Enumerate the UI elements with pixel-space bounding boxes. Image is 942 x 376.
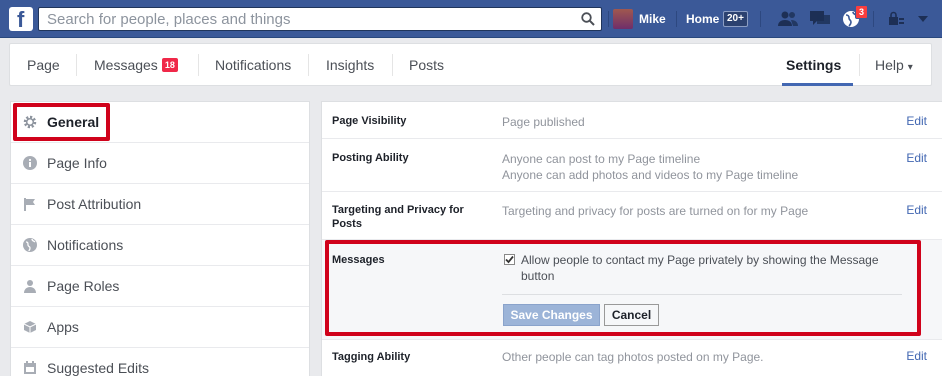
- search-input[interactable]: [39, 8, 559, 30]
- tab-posts[interactable]: Posts: [409, 44, 444, 86]
- setting-label: Page Visibility: [332, 115, 407, 127]
- search-button[interactable]: [575, 8, 601, 30]
- setting-label: Tagging Ability: [332, 351, 411, 363]
- home-badge: 20+: [723, 11, 748, 27]
- divider: [859, 54, 860, 76]
- search-box: [38, 7, 602, 31]
- sidebar-item-post-attribution[interactable]: Post Attribution: [11, 184, 309, 225]
- home-link[interactable]: Home: [686, 12, 719, 26]
- facebook-logo[interactable]: f: [9, 7, 33, 32]
- messages-button[interactable]: [809, 9, 831, 29]
- edit-link[interactable]: Edit: [906, 114, 927, 128]
- sidebar-item-notifications[interactable]: Notifications: [11, 225, 309, 266]
- chevron-down-icon: [918, 16, 928, 22]
- divider: [502, 294, 902, 295]
- gear-icon: [21, 113, 39, 131]
- sidebar-item-general[interactable]: General: [11, 102, 309, 143]
- setting-row-page-visibility: Page Visibility Page published Edit: [322, 102, 942, 139]
- page-nav-bar: Page Messages 18 Notifications Insights P…: [9, 43, 932, 86]
- divider: [760, 11, 761, 27]
- sidebar-item-page-info[interactable]: Page Info: [11, 143, 309, 184]
- friend-requests-button[interactable]: [777, 9, 799, 29]
- account-menu-button[interactable]: [912, 9, 934, 29]
- tab-messages-label: Messages: [94, 57, 158, 73]
- cancel-button[interactable]: Cancel: [604, 304, 659, 326]
- setting-row-posting-ability: Posting Ability Anyone can post to my Pa…: [322, 139, 942, 192]
- chat-icon: [810, 11, 830, 25]
- setting-value: Other people can tag photos posted on my…: [502, 350, 764, 364]
- sidebar-item-page-roles[interactable]: Page Roles: [11, 266, 309, 307]
- divider: [873, 11, 874, 27]
- setting-value: Targeting and privacy for posts are turn…: [502, 204, 809, 218]
- tab-settings[interactable]: Settings: [786, 44, 841, 86]
- top-bar: f Mike Home 20+ 3: [0, 0, 942, 38]
- setting-row-targeting-privacy: Targeting and Privacy for Posts Targetin…: [322, 192, 942, 240]
- sidebar-item-label: Suggested Edits: [47, 360, 149, 376]
- setting-label: Messages: [332, 254, 385, 266]
- tab-page[interactable]: Page: [27, 44, 60, 86]
- tab-notifications[interactable]: Notifications: [215, 44, 291, 86]
- sidebar-item-label: Page Roles: [47, 278, 120, 294]
- sidebar-item-suggested-edits[interactable]: Suggested Edits: [11, 348, 309, 376]
- sidebar-item-label: General: [47, 114, 100, 130]
- divider: [308, 54, 309, 76]
- allow-messages-label: Allow people to contact my Page privatel…: [521, 253, 879, 283]
- help-menu[interactable]: Help ▾: [875, 44, 913, 86]
- sidebar-item-label: Post Attribution: [47, 196, 142, 212]
- divider: [676, 11, 677, 27]
- setting-row-tagging-ability: Tagging Ability Other people can tag pho…: [322, 340, 942, 376]
- sidebar-item-apps[interactable]: Apps: [11, 307, 309, 348]
- checkmark-icon: [505, 255, 514, 264]
- save-changes-button[interactable]: Save Changes: [503, 304, 600, 326]
- edit-link[interactable]: Edit: [906, 203, 927, 217]
- lock-icon: [889, 11, 904, 25]
- sidebar-item-label: Page Info: [47, 155, 107, 171]
- divider: [76, 54, 77, 76]
- help-label: Help: [875, 57, 904, 73]
- help-caret-icon: ▾: [907, 62, 913, 73]
- allow-messages-checkbox[interactable]: [504, 254, 515, 265]
- profile-link[interactable]: Mike: [639, 12, 666, 26]
- avatar[interactable]: [613, 9, 633, 29]
- setting-label: Targeting and Privacy for Posts: [332, 204, 464, 230]
- setting-row-messages: Messages Allow people to contact my Page…: [322, 240, 942, 340]
- divider: [608, 11, 609, 27]
- info-icon: [21, 154, 39, 172]
- setting-value: Page published: [502, 115, 585, 129]
- active-tab-indicator: [782, 83, 853, 86]
- friends-icon: [778, 11, 798, 26]
- search-icon: [581, 12, 595, 26]
- divider: [198, 54, 199, 76]
- sidebar-item-label: Apps: [47, 319, 79, 335]
- notifications-badge: 3: [855, 5, 869, 19]
- setting-value-line: Anyone can post to my Page timeline: [502, 152, 701, 166]
- sidebar-item-label: Notifications: [47, 237, 124, 253]
- tab-insights[interactable]: Insights: [326, 44, 374, 86]
- settings-panel: Page Visibility Page published Edit Post…: [321, 101, 942, 376]
- privacy-shortcuts-button[interactable]: [885, 9, 907, 29]
- setting-value: Anyone can post to my Page timeline Anyo…: [502, 151, 892, 183]
- flag-icon: [21, 195, 39, 213]
- settings-sidebar: General Page Info Post Attribution Notif…: [10, 101, 310, 376]
- divider: [392, 54, 393, 76]
- edit-link[interactable]: Edit: [906, 349, 927, 363]
- messages-badge: 18: [161, 58, 178, 72]
- cube-icon: [21, 318, 39, 336]
- edit-link[interactable]: Edit: [906, 151, 927, 165]
- tab-messages[interactable]: Messages 18: [94, 44, 178, 86]
- calendar-icon: [21, 359, 39, 376]
- logo-letter: f: [17, 7, 25, 32]
- message-option: Allow people to contact my Page privatel…: [504, 252, 899, 284]
- setting-value-line: Anyone can add photos and videos to my P…: [502, 168, 799, 182]
- globe-icon: [21, 236, 39, 254]
- person-icon: [21, 277, 39, 295]
- setting-label: Posting Ability: [332, 152, 409, 164]
